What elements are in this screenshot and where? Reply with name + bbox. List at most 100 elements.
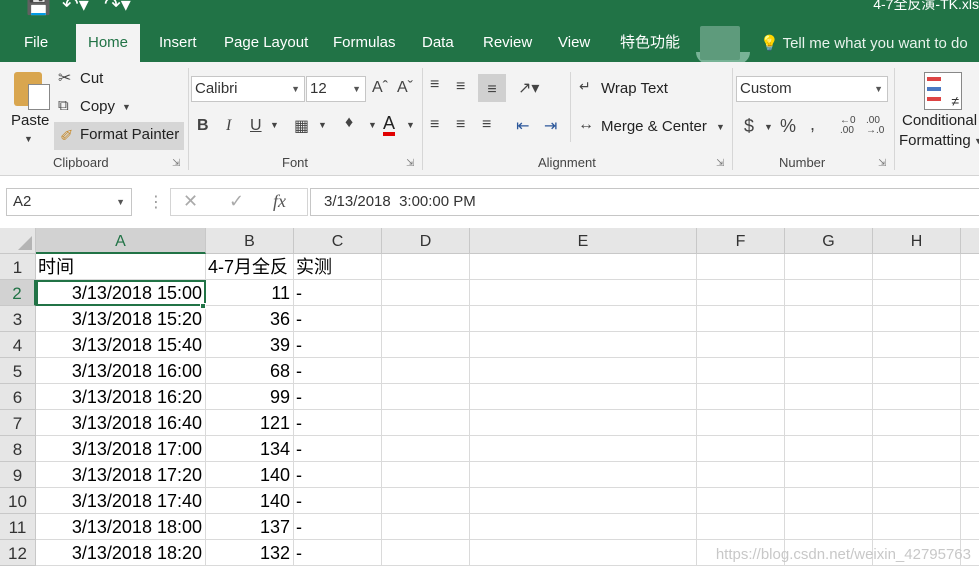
cell-f1[interactable] [697,254,785,280]
enter-icon[interactable]: ✓ [229,191,244,212]
cell-b2[interactable]: 11 [206,280,294,306]
row-header[interactable]: 7 [0,410,36,436]
cell-stub[interactable] [961,436,979,462]
decrease-decimal-icon[interactable]: .00 →.0 [866,116,884,136]
dialog-launcher-icon[interactable]: ⇲ [172,158,180,169]
cell-stub[interactable] [961,332,979,358]
column-header-e[interactable]: E [470,228,697,254]
cell-f7[interactable] [697,410,785,436]
row-header[interactable]: 4 [0,332,36,358]
row-header[interactable]: 11 [0,514,36,540]
cell-h11[interactable] [873,514,961,540]
format-painter-button[interactable]: Format Painter [80,126,179,143]
row-header[interactable]: 3 [0,306,36,332]
undo-icon[interactable]: ↶▾ [62,0,89,15]
cell-d2[interactable] [382,280,470,306]
cell-h10[interactable] [873,488,961,514]
cell-d3[interactable] [382,306,470,332]
cell-h1[interactable] [873,254,961,280]
copy-button[interactable]: Copy [80,98,115,115]
cell-b8[interactable]: 134 [206,436,294,462]
cell-c1[interactable]: 实测 [294,254,382,280]
cell-e5[interactable] [470,358,697,384]
cell-b6[interactable]: 99 [206,384,294,410]
cell-g1[interactable] [785,254,873,280]
row-header[interactable]: 6 [0,384,36,410]
conditional-formatting-label[interactable]: Formatting [899,132,971,149]
cell-e6[interactable] [470,384,697,410]
tab-formulas[interactable]: Formulas [321,22,408,62]
column-header-g[interactable]: G [785,228,873,254]
italic-icon[interactable]: I [226,117,231,135]
copy-icon[interactable]: ⧉ [58,97,69,114]
cell-e12[interactable] [470,540,697,566]
cell-g2[interactable] [785,280,873,306]
tab-home[interactable]: Home [76,24,141,64]
cell-b3[interactable]: 36 [206,306,294,332]
cell-stub[interactable] [961,254,979,280]
conditional-formatting-icon[interactable]: ≠ [924,72,962,110]
tab-page-layout[interactable]: Page Layout [212,22,320,62]
cell-h4[interactable] [873,332,961,358]
cell-b9[interactable]: 140 [206,462,294,488]
cell-g5[interactable] [785,358,873,384]
cf-dropdown-icon[interactable]: ▼ [974,136,979,146]
cell-f10[interactable] [697,488,785,514]
cell-h6[interactable] [873,384,961,410]
cell-h9[interactable] [873,462,961,488]
align-right-icon[interactable]: ≡ [482,116,491,134]
cell-c4[interactable]: - [294,332,382,358]
font-color-icon[interactable]: A [383,114,396,136]
redo-icon[interactable]: ↷▾ [104,0,131,15]
scissors-icon[interactable]: ✂ [58,68,71,88]
cell-b12[interactable]: 132 [206,540,294,566]
cell-b1[interactable]: 4-7月全反 [206,254,294,280]
tab-special-features[interactable]: 特色功能 [608,22,692,62]
copy-dropdown-icon[interactable]: ▼ [122,102,131,112]
increase-indent-icon[interactable]: ⇥ [544,116,557,136]
cell-g4[interactable] [785,332,873,358]
currency-icon[interactable]: $ [744,116,754,137]
cell-c6[interactable]: - [294,384,382,410]
wrap-text-button[interactable]: Wrap Text [601,80,668,97]
cell-b11[interactable]: 137 [206,514,294,540]
cut-button[interactable]: Cut [80,70,103,87]
borders-dropdown-icon[interactable]: ▼ [318,120,327,130]
align-middle-icon[interactable]: ≡ [456,78,465,96]
fill-dropdown-icon[interactable]: ▼ [368,120,377,130]
cell-b10[interactable]: 140 [206,488,294,514]
formula-input[interactable]: 3/13/2018 3:00:00 PM [310,188,979,216]
increase-font-icon[interactable]: Aˆ [372,79,388,97]
name-box[interactable]: A2 ▼ [6,188,132,216]
cell-f9[interactable] [697,462,785,488]
cell-e8[interactable] [470,436,697,462]
wrap-text-icon[interactable]: ↵ [579,78,591,95]
cell-d9[interactable] [382,462,470,488]
cell-a2[interactable]: 3/13/2018 15:00 [36,280,206,306]
cell-a4[interactable]: 3/13/2018 15:40 [36,332,206,358]
align-center-icon[interactable]: ≡ [456,116,465,134]
cell-d10[interactable] [382,488,470,514]
cell-c2[interactable]: - [294,280,382,306]
font-size-combo[interactable]: 12 ▼ [306,76,366,102]
cell-c5[interactable]: - [294,358,382,384]
column-header-b[interactable]: B [206,228,294,254]
row-header[interactable]: 5 [0,358,36,384]
cell-g3[interactable] [785,306,873,332]
cell-a1[interactable]: 时间 [36,254,206,280]
column-header-d[interactable]: D [382,228,470,254]
cell-e10[interactable] [470,488,697,514]
cell-h5[interactable] [873,358,961,384]
cell-f5[interactable] [697,358,785,384]
decrease-font-icon[interactable]: Aˇ [397,79,413,97]
underline-icon[interactable]: U [250,117,262,135]
cell-e2[interactable] [470,280,697,306]
align-left-icon[interactable]: ≡ [430,116,439,134]
cell-d11[interactable] [382,514,470,540]
tab-view[interactable]: View [546,22,602,62]
bold-icon[interactable]: B [197,117,209,135]
cell-d12[interactable] [382,540,470,566]
cell-g8[interactable] [785,436,873,462]
row-header[interactable]: 10 [0,488,36,514]
number-format-combo[interactable]: Custom ▼ [736,76,888,102]
